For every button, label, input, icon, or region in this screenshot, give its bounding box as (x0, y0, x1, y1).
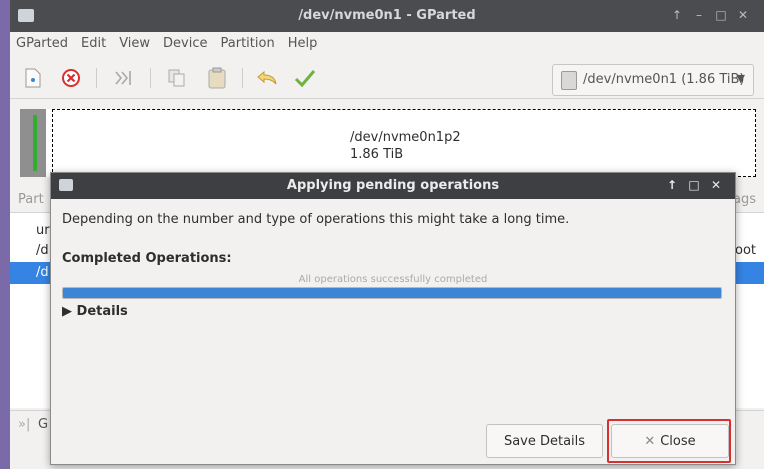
close-button[interactable]: ✕ Close (611, 424, 729, 458)
column-flags[interactable]: ags (733, 192, 756, 207)
partition-name: /dev/nvme0n1p2 (350, 130, 461, 145)
maximize-up-icon[interactable]: ↑ (666, 8, 688, 22)
apply-icon[interactable] (292, 65, 318, 91)
dialog-maximize-icon[interactable]: □ (683, 178, 705, 192)
close-window-icon[interactable]: ✕ (732, 8, 754, 22)
device-selector[interactable]: /dev/nvme0n1 (1.86 TiB) ▼ (552, 64, 754, 96)
paste-icon[interactable] (204, 65, 230, 91)
dialog-title: Applying pending operations (286, 178, 500, 193)
dialog-message: Depending on the number and type of oper… (62, 212, 570, 227)
partition-size: 1.86 TiB (350, 147, 404, 162)
menu-help[interactable]: Help (282, 32, 325, 51)
details-label: Details (76, 304, 128, 319)
delete-icon[interactable] (58, 65, 84, 91)
apply-dialog: Applying pending operations ↑ □ ✕ Dependin… (50, 172, 736, 465)
device-selector-label: /dev/nvme0n1 (1.86 TiB) (583, 72, 745, 87)
partition-block-1[interactable] (20, 109, 46, 177)
maximize-icon[interactable]: □ (710, 8, 732, 22)
status-text: G (38, 417, 49, 432)
details-expander[interactable]: ▶ Details (62, 304, 128, 319)
menubar: GParted Edit View Device Partition Help (10, 32, 764, 56)
new-icon[interactable] (20, 65, 46, 91)
window-title: /dev/nvme0n1 - GParted (298, 8, 476, 23)
resize-icon[interactable] (110, 65, 136, 91)
dialog-maximize-up-icon[interactable]: ↑ (661, 178, 683, 192)
progress-bar (62, 287, 722, 299)
menu-gparted[interactable]: GParted (10, 32, 75, 51)
menu-partition[interactable]: Partition (215, 32, 282, 51)
close-button-label: Close (660, 433, 696, 449)
chevron-down-icon: ▼ (736, 72, 745, 85)
menu-view[interactable]: View (113, 32, 157, 51)
expander-arrow-icon: ▶ (62, 304, 72, 319)
column-partition[interactable]: Part (18, 192, 44, 207)
close-icon: ✕ (644, 433, 656, 449)
progress-fill (63, 288, 721, 298)
copy-icon[interactable] (164, 65, 190, 91)
pending-icon: »| (18, 417, 31, 432)
dialog-close-icon[interactable]: ✕ (705, 178, 727, 192)
save-details-button[interactable]: Save Details (486, 424, 603, 458)
menu-device[interactable]: Device (157, 32, 214, 51)
progress-text: All operations successfully completed (298, 274, 488, 285)
partition-graph: /dev/nvme0n1p2 1.86 TiB (20, 109, 756, 177)
dialog-titlebar[interactable]: Applying pending operations ↑ □ ✕ (51, 173, 735, 199)
minimize-icon[interactable]: – (688, 8, 710, 22)
undo-icon[interactable] (254, 65, 280, 91)
menu-edit[interactable]: Edit (75, 32, 113, 51)
disk-icon (561, 71, 577, 90)
window-titlebar[interactable]: /dev/nvme0n1 - GParted ↑ – □ ✕ (10, 0, 764, 32)
completed-operations-label: Completed Operations: (62, 251, 232, 266)
